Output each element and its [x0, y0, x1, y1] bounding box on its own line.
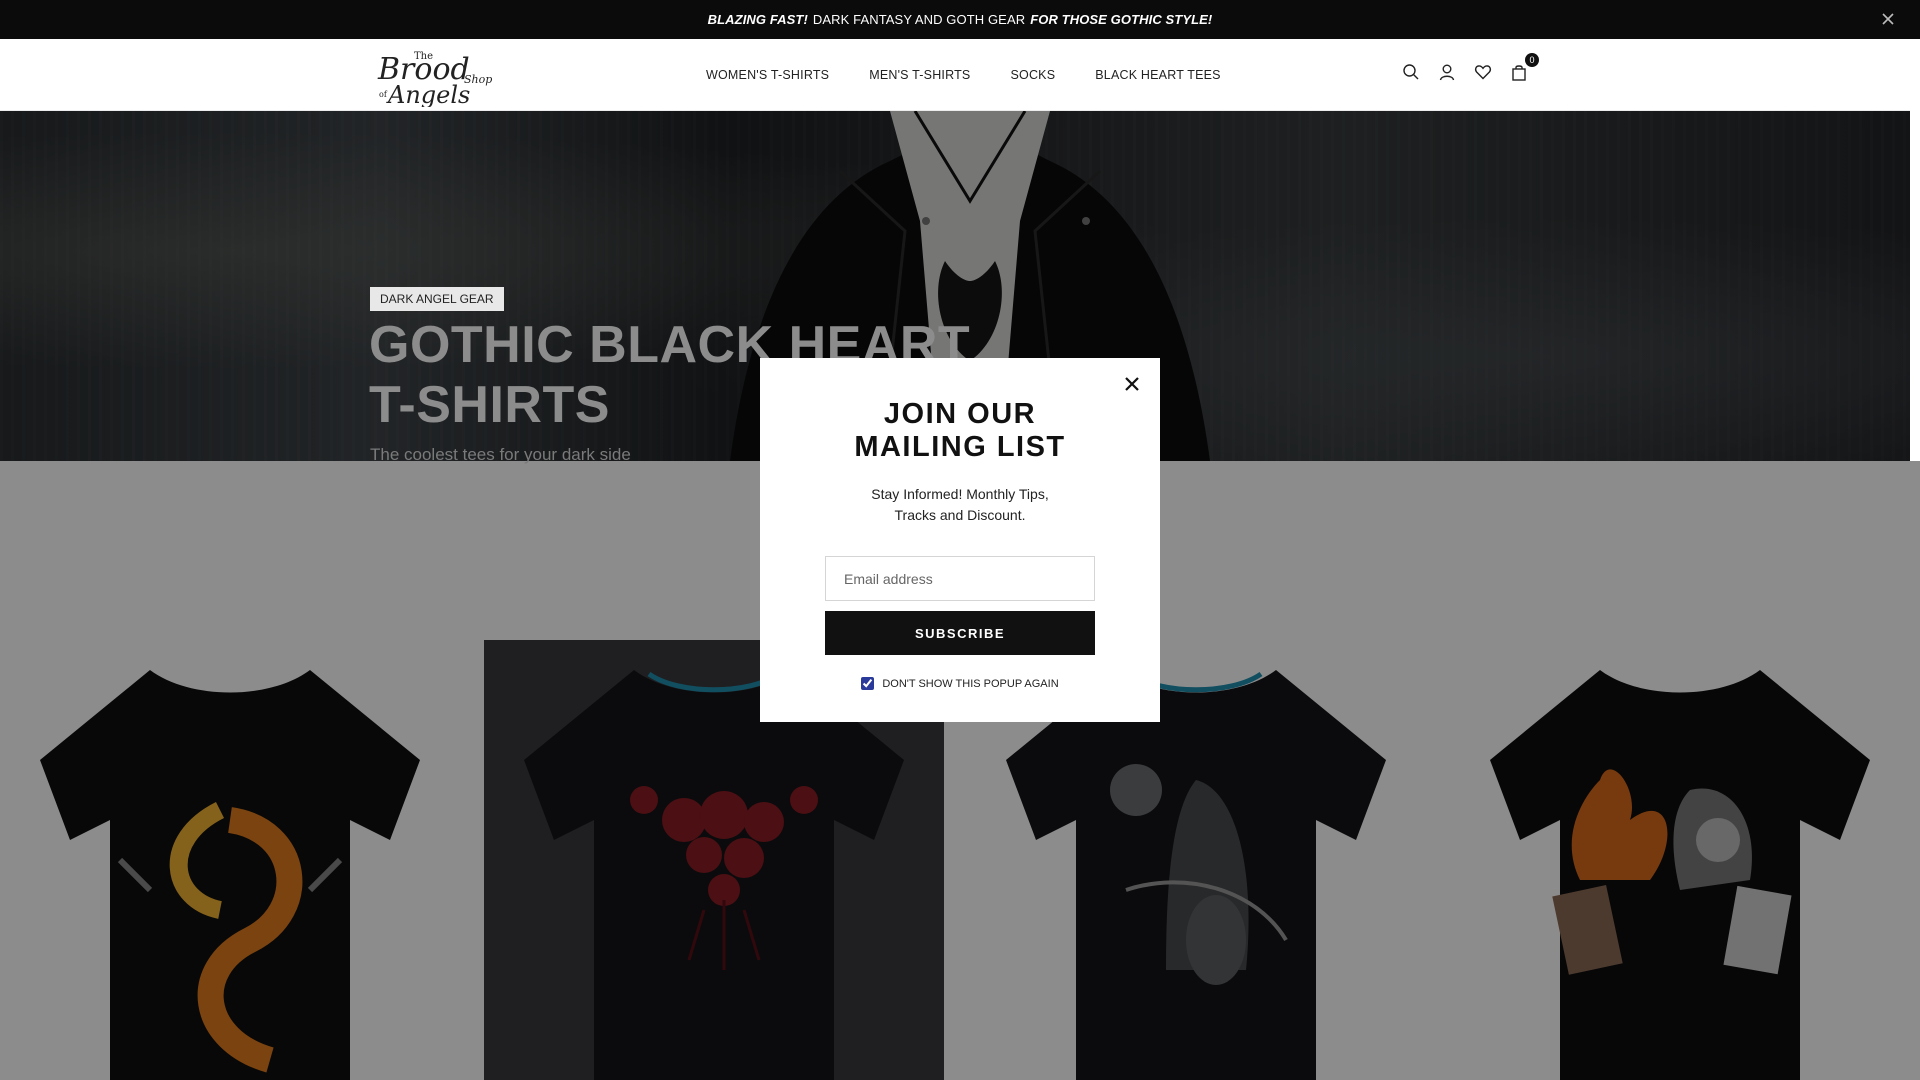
account-icon[interactable]	[1436, 61, 1458, 83]
nav-womens-tshirts[interactable]: WOMEN'S T-SHIRTS	[706, 68, 829, 82]
dont-show-label: DON'T SHOW THIS POPUP AGAIN	[882, 677, 1059, 690]
wishlist-heart-icon[interactable]	[1472, 61, 1494, 83]
subscribe-button[interactable]: SUBSCRIBE	[825, 611, 1095, 655]
email-field[interactable]	[825, 556, 1095, 601]
popup-title-line2: MAILING LIST	[854, 431, 1066, 463]
announcement-middle: DARK FANTASY AND GOTH GEAR	[812, 12, 1026, 27]
cart-bag-icon[interactable]: 0	[1508, 53, 1539, 83]
popup-title: JOIN OUR MAILING LIST	[760, 398, 1160, 464]
announcement-bar: BLAZING FAST! DARK FANTASY AND GOTH GEAR…	[0, 0, 1920, 39]
popup-description: Stay Informed! Monthly Tips, Tracks and …	[871, 486, 1049, 523]
site-header: The Brood Angels of Shop WOMEN'S T-SHIRT…	[0, 39, 1910, 111]
svg-text:of: of	[379, 90, 388, 99]
header-icons: 0	[1400, 53, 1539, 83]
main-nav: WOMEN'S T-SHIRTS MEN'S T-SHIRTS SOCKS BL…	[706, 39, 1261, 111]
hero-subtitle: The coolest tees for your dark side	[370, 445, 631, 464]
nav-socks[interactable]: SOCKS	[1010, 68, 1055, 82]
hero-tag: DARK ANGEL GEAR	[370, 287, 504, 311]
popup-title-line1: JOIN OUR	[883, 398, 1037, 430]
svg-text:Shop: Shop	[464, 73, 492, 86]
search-icon[interactable]	[1400, 61, 1422, 83]
cart-count-badge: 0	[1525, 53, 1539, 67]
dont-show-checkbox[interactable]	[861, 677, 875, 690]
dont-show-option[interactable]: DON'T SHOW THIS POPUP AGAIN	[760, 677, 1160, 690]
nav-black-heart-tees[interactable]: BLACK HEART TEES	[1095, 68, 1220, 82]
nav-mens-tshirts[interactable]: MEN'S T-SHIRTS	[869, 68, 970, 82]
brand-logo[interactable]: The Brood Angels of Shop	[376, 45, 496, 107]
popup-close-icon[interactable]	[1122, 374, 1142, 394]
newsletter-popup: JOIN OUR MAILING LIST Stay Informed! Mon…	[760, 358, 1160, 722]
close-icon[interactable]	[1880, 11, 1896, 27]
announcement-lead: BLAZING FAST!	[707, 12, 808, 27]
announcement-trail: FOR THOSE GOTHIC STYLE!	[1030, 12, 1213, 27]
svg-text:Angels: Angels	[386, 81, 470, 107]
